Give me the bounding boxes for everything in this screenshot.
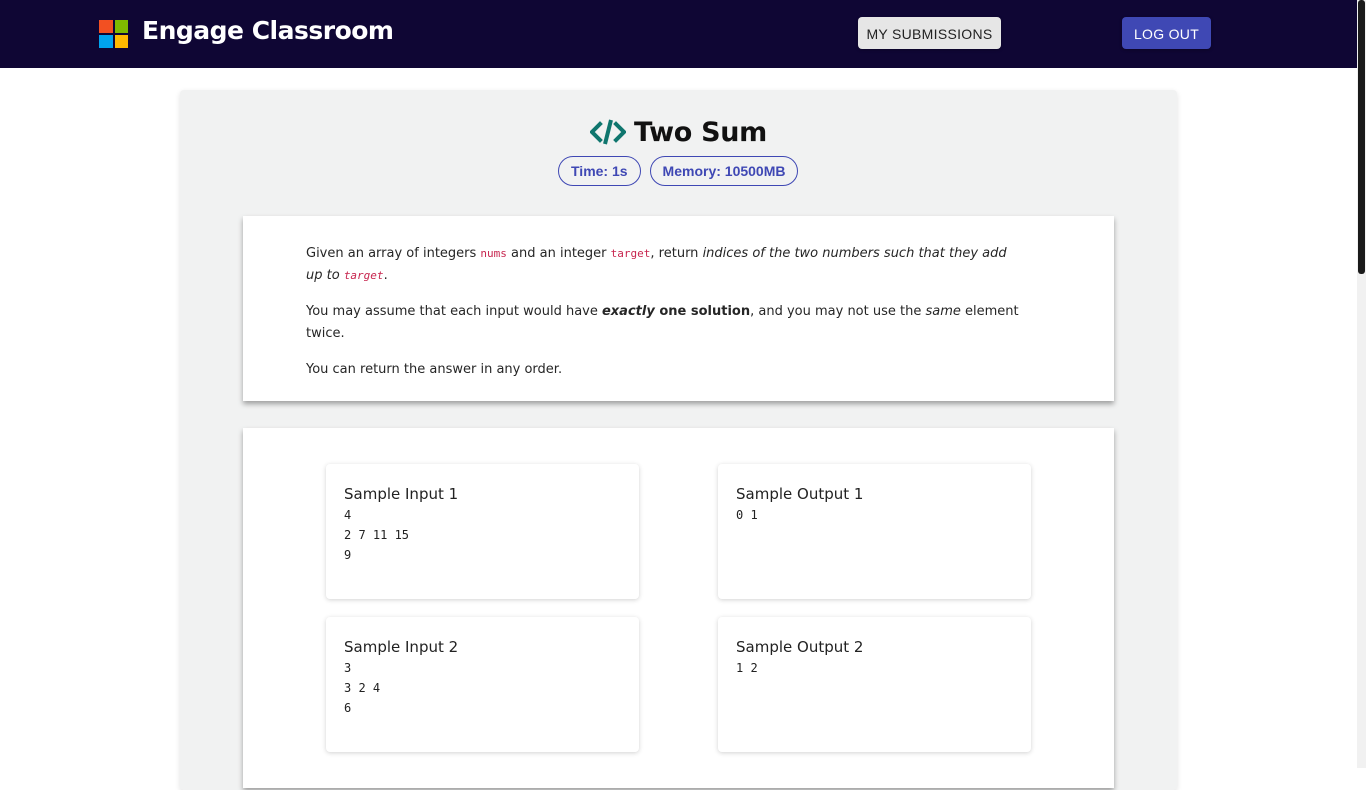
problem-title-row: Two Sum: [0, 112, 1357, 152]
app-title[interactable]: Engage Classroom: [142, 14, 394, 48]
sample-input-box: Sample Input 2 3 3 2 4 6: [326, 617, 639, 752]
memory-limit-chip: Memory: 10500MB: [649, 156, 799, 186]
description-paragraph-3: You can return the answer in any order.: [306, 362, 563, 377]
sample-output-title: Sample Output 1: [736, 485, 864, 503]
sample-output-box: Sample Output 2 1 2: [718, 617, 1031, 752]
app-header: Engage Classroom MY SUBMISSIONS LOG OUT: [0, 0, 1357, 68]
samples-card: Sample Input 1 4 2 7 11 15 9 Sample Outp…: [243, 428, 1114, 788]
problem-description-card: Given an array of integers nums and an i…: [243, 216, 1114, 401]
code-nums: nums: [480, 247, 507, 260]
code-icon: [589, 119, 626, 145]
code-target: target: [610, 247, 651, 260]
my-submissions-button[interactable]: MY SUBMISSIONS: [858, 17, 1001, 49]
description-paragraph-2: You may assume that each input would hav…: [306, 304, 1019, 341]
problem-description: Given an array of integers nums and an i…: [306, 243, 1026, 395]
sample-input-title: Sample Input 1: [344, 485, 459, 503]
sample-input-box: Sample Input 1 4 2 7 11 15 9: [326, 464, 639, 599]
code-target-italic: target: [343, 269, 384, 282]
sample-output-content: 1 2: [736, 661, 758, 675]
logout-button[interactable]: LOG OUT: [1122, 17, 1211, 49]
time-limit-chip: Time: 1s: [558, 156, 641, 186]
sample-output-content: 0 1: [736, 508, 758, 522]
page-scrollbar[interactable]: [1357, 0, 1366, 768]
sample-output-box: Sample Output 1 0 1: [718, 464, 1031, 599]
sample-input-content: 4 2 7 11 15 9: [344, 508, 410, 562]
sample-input-content: 3 3 2 4 6: [344, 661, 381, 715]
problem-title: Two Sum: [633, 116, 768, 148]
sample-output-title: Sample Output 2: [736, 638, 864, 656]
microsoft-logo-icon: [99, 20, 128, 48]
sample-input-title: Sample Input 2: [344, 638, 459, 656]
description-paragraph-1: Given an array of integers nums and an i…: [306, 246, 1007, 283]
scrollbar-thumb[interactable]: [1358, 0, 1365, 274]
limits-chips: Time: 1s Memory: 10500MB: [558, 156, 799, 186]
